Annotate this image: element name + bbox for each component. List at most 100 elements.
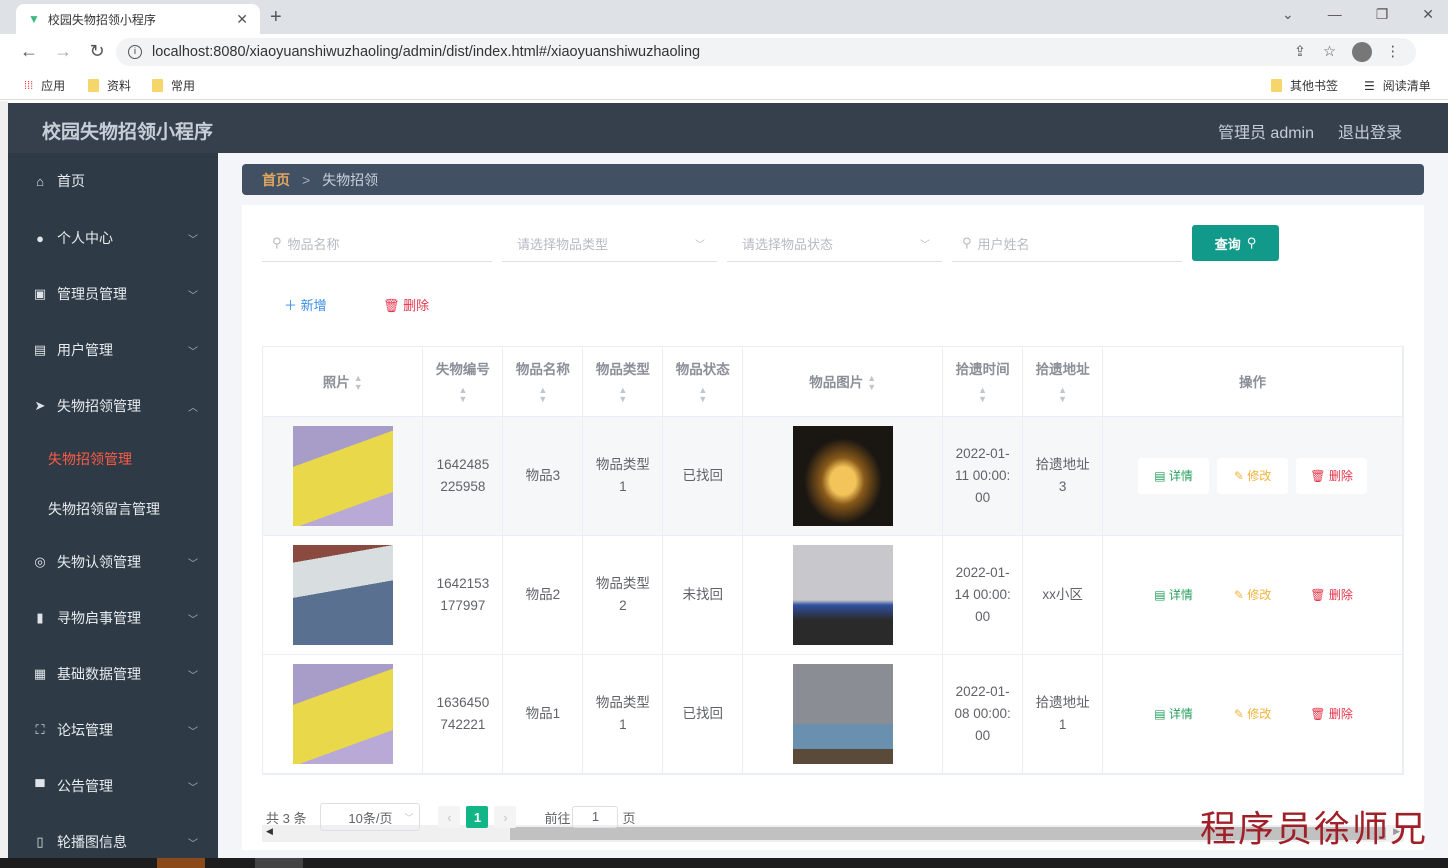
- item-image[interactable]: [792, 544, 893, 645]
- bookmark-folder[interactable]: 资料: [88, 77, 131, 94]
- next-page-button[interactable]: ›: [494, 806, 517, 828]
- sidebar-item-claims[interactable]: ◎ 失物认领管理 ﹀: [8, 542, 218, 582]
- bookmark-label: 阅读清单: [1382, 79, 1431, 93]
- sort-icon[interactable]: ▲ ▼: [1058, 386, 1067, 404]
- item-type: 物品类型1: [595, 456, 650, 494]
- col-address[interactable]: 拾遗地址 ▲ ▼: [1022, 347, 1104, 417]
- breadcrumb-current: 失物招领: [322, 171, 379, 188]
- tab-title: 校园失物招领小程序: [47, 12, 156, 27]
- user-photo[interactable]: [292, 544, 393, 645]
- query-button[interactable]: 查询 ⚲: [1192, 225, 1279, 261]
- item-type-select[interactable]: 请选择物品类型 ﹀: [502, 225, 717, 262]
- edit-button[interactable]: ✎ 修改: [1217, 577, 1288, 613]
- chevron-down-icon: ﹀: [404, 812, 414, 823]
- delete-button[interactable]: 🗑 删除: [1296, 457, 1368, 494]
- sort-icon[interactable]: ▲ ▼: [867, 373, 876, 392]
- col-type[interactable]: 物品类型 ▲ ▼: [582, 347, 664, 417]
- close-tab-icon[interactable]: ✕: [236, 11, 248, 28]
- sidebar-subitem-lost-found-comments[interactable]: 失物招领留言管理: [48, 499, 160, 519]
- star-icon[interactable]: ☆: [1323, 44, 1336, 60]
- sort-icon[interactable]: ▲ ▼: [618, 386, 627, 404]
- bookmark-apps[interactable]: ⁞⁞⁞ 应用: [24, 77, 65, 94]
- sidebar-item-base-data[interactable]: ▦ 基础数据管理 ﹀: [8, 654, 218, 694]
- type-cell: 物品类型1: [582, 416, 664, 536]
- reading-list[interactable]: ☰ 阅读清单: [1364, 77, 1431, 94]
- logout-link[interactable]: 退出登录: [1338, 119, 1402, 143]
- chart-icon: ▮: [36, 610, 44, 625]
- pagination: 共 3 条 10条/页 ﹀ ‹ 1 › 前往 1 页: [266, 803, 636, 831]
- edit-button[interactable]: ✎ 修改: [1217, 696, 1288, 732]
- sort-icon[interactable]: ▲ ▼: [538, 386, 547, 404]
- item-image[interactable]: [792, 663, 893, 764]
- sort-icon[interactable]: ▲ ▼: [698, 386, 707, 404]
- taskbar-app[interactable]: [157, 858, 205, 868]
- image-cell: [742, 654, 944, 774]
- tab-search-icon[interactable]: ⌄: [1282, 6, 1294, 23]
- sidebar-item-lost-notices[interactable]: ▮ 寻物启事管理 ﹀: [8, 598, 218, 638]
- bookmark-folder[interactable]: 常用: [152, 77, 195, 94]
- add-button[interactable]: ＋ 新增: [284, 295, 327, 314]
- sidebar-item-profile[interactable]: ● 个人中心 ﹀: [8, 218, 218, 258]
- item-status-select[interactable]: 请选择物品状态 ﹀: [727, 225, 942, 262]
- photo-cell: [263, 416, 424, 536]
- sidebar-item-lost-found[interactable]: ➤ 失物招领管理 ︿: [8, 386, 218, 426]
- sidebar-item-admins[interactable]: ▣ 管理员管理 ﹀: [8, 274, 218, 314]
- sidebar-item-home[interactable]: ⌂ 首页: [8, 161, 218, 201]
- delete-button[interactable]: 🗑 删除: [1296, 696, 1367, 732]
- url-field[interactable]: i localhost:8080/xiaoyuanshiwuzhaoling/ad…: [116, 38, 1416, 66]
- detail-button[interactable]: ▤ 详情: [1138, 696, 1209, 732]
- forward-icon[interactable]: →: [46, 41, 80, 62]
- col-status[interactable]: 物品状态 ▲ ▼: [662, 347, 744, 417]
- detail-button[interactable]: ▤ 详情: [1138, 457, 1210, 494]
- breadcrumb: 首页 > 失物招领: [242, 164, 1424, 195]
- col-name[interactable]: 物品名称 ▲ ▼: [502, 347, 584, 417]
- col-time[interactable]: 拾遗时间 ▲ ▼: [942, 347, 1024, 417]
- share-icon[interactable]: ⇪: [1294, 44, 1306, 60]
- page-unit-label: 页: [622, 810, 636, 826]
- goto-page-input[interactable]: 1: [572, 806, 619, 828]
- sidebar-subitem-lost-found-manage[interactable]: 失物招领管理: [48, 449, 132, 469]
- restore-icon[interactable]: ❐: [1376, 6, 1389, 23]
- user-photo[interactable]: [292, 663, 393, 764]
- sidebar-item-users[interactable]: ▤ 用户管理 ﹀: [8, 330, 218, 370]
- delete-button[interactable]: 🗑 删除: [1296, 577, 1367, 613]
- edit-button[interactable]: ✎ 修改: [1217, 457, 1289, 494]
- user-photo[interactable]: [292, 425, 393, 526]
- browser-tab[interactable]: ▼ 校园失物招领小程序 ✕: [16, 4, 260, 34]
- sort-icon[interactable]: ▲ ▼: [978, 386, 987, 404]
- batch-delete-button[interactable]: 🗑 删除: [383, 295, 429, 314]
- taskbar-app[interactable]: [255, 858, 303, 868]
- bookmark-other[interactable]: 其他书签: [1271, 77, 1338, 94]
- breadcrumb-home[interactable]: 首页: [262, 170, 290, 190]
- col-photo[interactable]: 照片 ▲ ▼: [263, 347, 424, 417]
- info-icon: i: [128, 45, 142, 59]
- item-type: 物品类型2: [595, 575, 650, 613]
- menu-icon[interactable]: ⋮: [1386, 44, 1401, 60]
- sidebar-item-carousel[interactable]: ▯ 轮播图信息 ﹀: [8, 822, 218, 862]
- user-name-input[interactable]: ⚲ 用户姓名: [952, 225, 1182, 262]
- minimize-icon[interactable]: —: [1328, 6, 1342, 23]
- item-image[interactable]: [792, 425, 893, 526]
- new-tab-icon[interactable]: +: [270, 6, 282, 29]
- detail-button[interactable]: ▤ 详情: [1138, 577, 1209, 613]
- col-image[interactable]: 物品图片 ▲ ▼: [742, 347, 944, 417]
- page-1-button[interactable]: 1: [466, 806, 489, 828]
- prev-page-button[interactable]: ‹: [438, 806, 461, 828]
- back-icon[interactable]: ←: [12, 41, 46, 62]
- page-size-select[interactable]: 10条/页 ﹀: [320, 803, 421, 831]
- query-label: 查询: [1214, 236, 1241, 252]
- id-cell: 1642153177997: [422, 535, 504, 655]
- col-id[interactable]: 失物编号 ▲ ▼: [422, 347, 504, 417]
- sort-icon[interactable]: ▲ ▼: [354, 373, 363, 392]
- profile-avatar[interactable]: [1352, 42, 1372, 62]
- item-name-input[interactable]: ⚲ 物品名称: [262, 225, 492, 262]
- sidebar-label: 寻物启事管理: [57, 610, 141, 626]
- close-window-icon[interactable]: ✕: [1422, 6, 1434, 23]
- id-cell: 1636450742221: [422, 654, 504, 774]
- item-address: xx小区: [1022, 535, 1104, 655]
- reload-icon[interactable]: ↻: [80, 41, 114, 62]
- sort-icon[interactable]: ▲ ▼: [458, 386, 467, 404]
- lost-found-table: 照片 ▲ ▼ 失物编号 ▲ ▼ 物品名称 ▲ ▼ 物品类型 ▲ ▼ 物品状态 ▲ ▼ 物品图片 ▲ ▼ …: [262, 346, 1404, 775]
- sidebar-item-forum[interactable]: ⛶ 论坛管理 ﹀: [8, 710, 218, 750]
- sidebar-item-announcements[interactable]: ▀ 公告管理 ﹀: [8, 766, 218, 806]
